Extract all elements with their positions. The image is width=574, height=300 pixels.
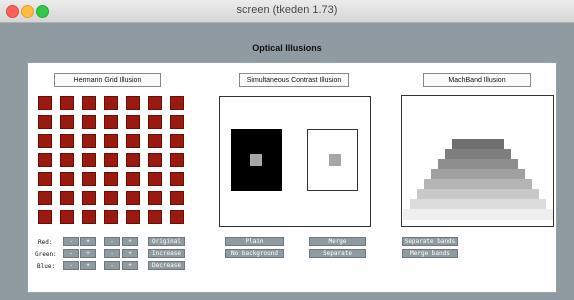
grid-square bbox=[60, 172, 74, 186]
grid-square bbox=[104, 153, 118, 167]
red-decrease-button[interactable]: - bbox=[63, 237, 79, 246]
grid-square bbox=[170, 134, 184, 148]
grid-square bbox=[82, 153, 96, 167]
red-increase-button[interactable]: + bbox=[80, 237, 96, 246]
red-increase-alt-button[interactable]: + bbox=[122, 237, 138, 246]
blue-increase-button[interactable]: + bbox=[80, 261, 96, 270]
decrease-button[interactable]: Decrease bbox=[148, 261, 185, 270]
grid-square bbox=[148, 134, 162, 148]
grid-square bbox=[148, 210, 162, 224]
grid-square bbox=[126, 134, 140, 148]
blue-decrease-alt-button[interactable]: - bbox=[104, 261, 120, 270]
grid-square bbox=[148, 96, 162, 110]
grid-square bbox=[82, 134, 96, 148]
grid-square bbox=[148, 153, 162, 167]
grid-square bbox=[148, 172, 162, 186]
gray-target-on-black bbox=[250, 154, 262, 166]
grid-square bbox=[104, 134, 118, 148]
page-title: Optical Illusions bbox=[252, 43, 322, 53]
grid-square bbox=[82, 115, 96, 129]
grid-square bbox=[104, 172, 118, 186]
original-button[interactable]: Original bbox=[148, 237, 185, 246]
red-label: Red: bbox=[38, 239, 53, 246]
app-window: screen (tkeden 1.73) Optical Illusions H… bbox=[0, 0, 574, 300]
grid-square bbox=[104, 115, 118, 129]
red-decrease-alt-button[interactable]: - bbox=[104, 237, 120, 246]
grid-square bbox=[126, 191, 140, 205]
grid-square bbox=[38, 153, 52, 167]
separate-bands-button[interactable]: Separate bands bbox=[402, 237, 458, 246]
blue-label: Blue: bbox=[37, 263, 56, 270]
hermann-grid-button[interactable]: Hermann Grid Illusion bbox=[54, 73, 161, 87]
simultaneous-contrast-button[interactable]: Simultaneous Contrast Illusion bbox=[239, 73, 349, 87]
machband-button[interactable]: MachBand Illusion bbox=[423, 73, 531, 87]
grid-square bbox=[38, 191, 52, 205]
merge-bands-button[interactable]: Merge bands bbox=[402, 249, 458, 258]
separate-button[interactable]: Separate bbox=[309, 249, 366, 258]
grid-square bbox=[60, 134, 74, 148]
grid-square bbox=[170, 153, 184, 167]
grid-square bbox=[126, 96, 140, 110]
grid-square bbox=[60, 210, 74, 224]
gray-target-on-white bbox=[329, 154, 341, 166]
green-increase-button[interactable]: + bbox=[80, 249, 96, 258]
grid-square bbox=[104, 210, 118, 224]
window-title: screen (tkeden 1.73) bbox=[236, 4, 338, 16]
grid-square bbox=[82, 210, 96, 224]
grid-square bbox=[170, 210, 184, 224]
grid-square bbox=[38, 96, 52, 110]
grid-square bbox=[170, 115, 184, 129]
blue-increase-alt-button[interactable]: + bbox=[122, 261, 138, 270]
hermann-grid bbox=[38, 96, 190, 226]
grid-square bbox=[82, 172, 96, 186]
increase-button[interactable]: Increase bbox=[148, 249, 185, 258]
merge-button[interactable]: Merge bbox=[309, 237, 366, 246]
grid-square bbox=[38, 172, 52, 186]
grid-square bbox=[170, 172, 184, 186]
grid-square bbox=[148, 115, 162, 129]
grid-square bbox=[60, 96, 74, 110]
grid-square bbox=[104, 96, 118, 110]
blue-decrease-button[interactable]: - bbox=[63, 261, 79, 270]
title-bar: screen (tkeden 1.73) bbox=[0, 0, 574, 23]
grid-square bbox=[82, 191, 96, 205]
grid-square bbox=[126, 172, 140, 186]
grid-square bbox=[104, 191, 118, 205]
plain-background-button[interactable]: Plain background bbox=[225, 237, 284, 253]
grid-square bbox=[38, 134, 52, 148]
grid-square bbox=[38, 210, 52, 224]
green-decrease-alt-button[interactable]: - bbox=[104, 249, 120, 258]
grid-square bbox=[60, 115, 74, 129]
grid-square bbox=[126, 115, 140, 129]
grid-square bbox=[170, 191, 184, 205]
grid-square bbox=[60, 191, 74, 205]
no-background-button[interactable]: No background bbox=[225, 249, 284, 258]
grid-square bbox=[170, 96, 184, 110]
grid-square bbox=[38, 115, 52, 129]
grid-square bbox=[60, 153, 74, 167]
grid-square bbox=[126, 153, 140, 167]
grid-square bbox=[126, 210, 140, 224]
green-decrease-button[interactable]: - bbox=[63, 249, 79, 258]
green-increase-alt-button[interactable]: + bbox=[122, 249, 138, 258]
green-label: Green: bbox=[35, 251, 57, 258]
mach-band bbox=[403, 209, 553, 220]
grid-square bbox=[82, 96, 96, 110]
grid-square bbox=[148, 191, 162, 205]
